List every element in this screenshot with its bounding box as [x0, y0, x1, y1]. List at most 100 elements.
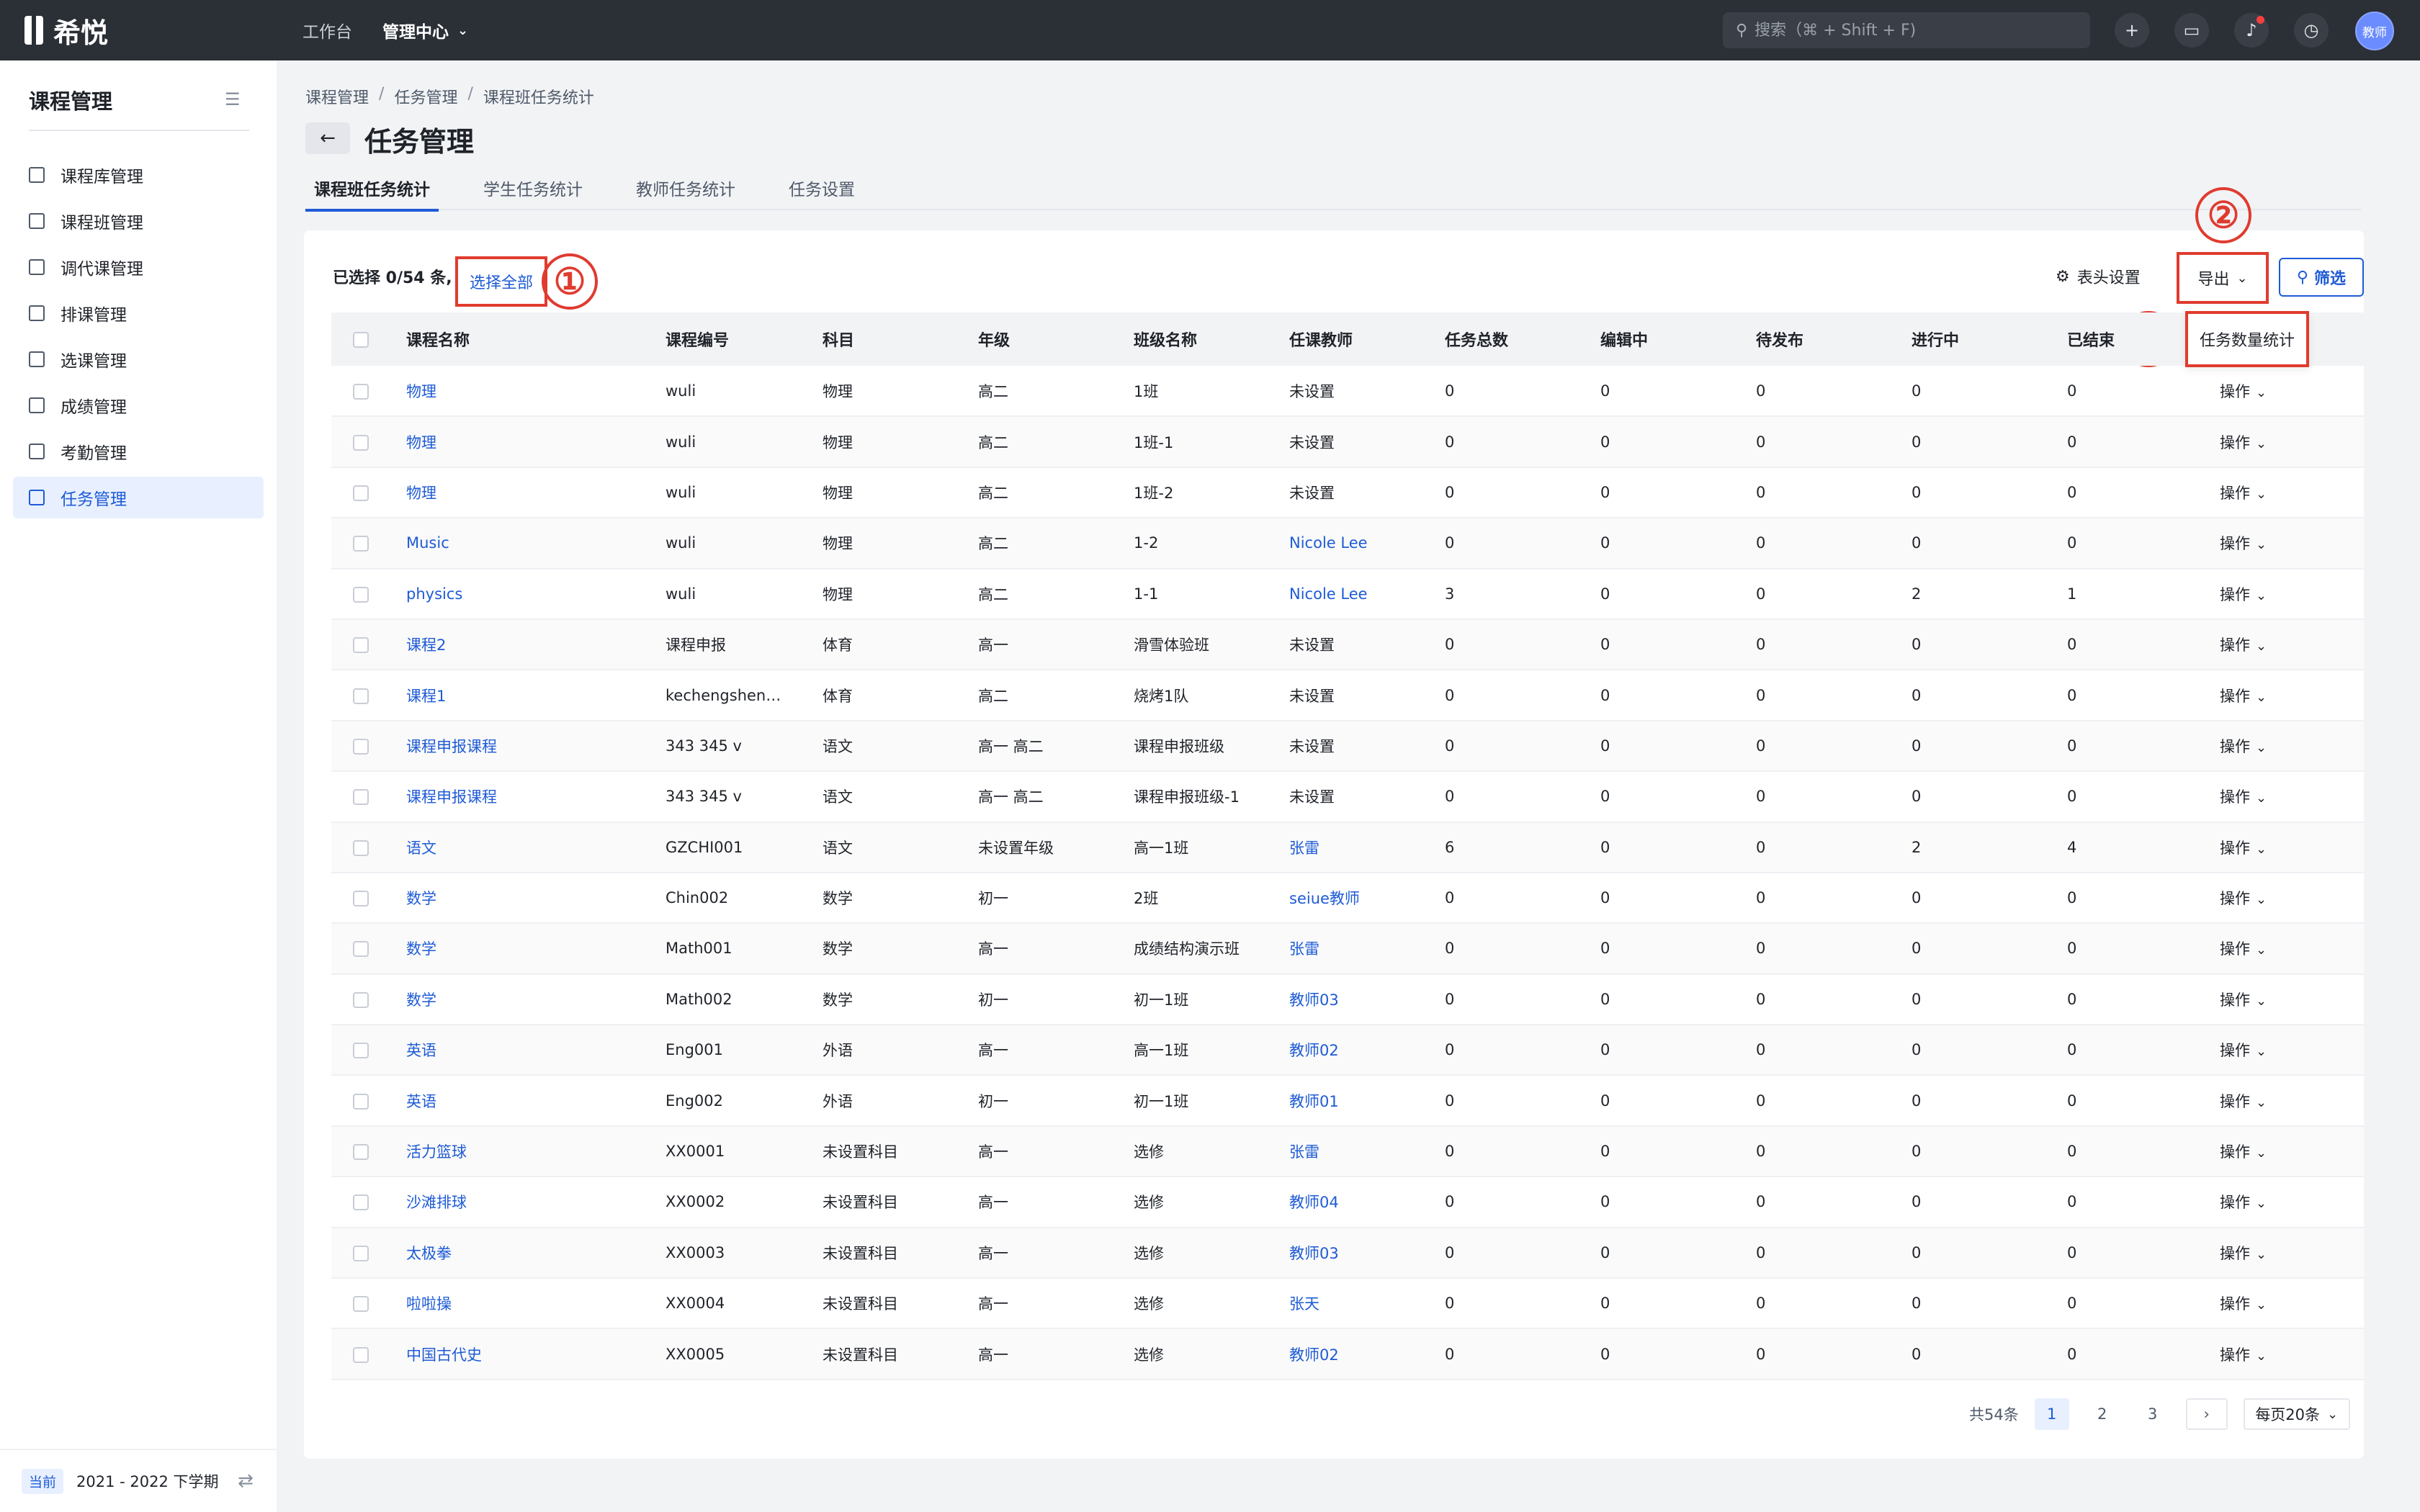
page-1[interactable]: 1 — [2034, 1398, 2069, 1430]
tab-student-stats[interactable]: 学生任务统计 — [475, 173, 591, 210]
row-checkbox[interactable] — [353, 485, 369, 501]
course-name-link[interactable]: 数学 — [406, 991, 436, 1009]
teacher-link[interactable]: 张雷 — [1289, 940, 1319, 958]
sidebar-item[interactable]: 任务管理 — [13, 477, 264, 518]
row-checkbox[interactable] — [353, 1093, 369, 1110]
teacher-link[interactable]: 教师04 — [1289, 1194, 1339, 1211]
course-name-link[interactable]: 活力篮球 — [406, 1143, 467, 1161]
row-action-menu[interactable]: 操作 ⌄ — [2220, 535, 2267, 552]
breadcrumb-item[interactable]: 课程管理 — [305, 85, 369, 108]
course-name-link[interactable]: 课程2 — [406, 636, 446, 654]
row-action-menu[interactable]: 操作 ⌄ — [2220, 586, 2267, 603]
course-name-link[interactable]: 数学 — [406, 890, 436, 907]
teacher-link[interactable]: 张雷 — [1289, 1143, 1319, 1161]
export-button[interactable]: 导出 ⌄ — [2177, 252, 2269, 304]
course-name-link[interactable]: 课程1 — [406, 688, 446, 705]
course-name-link[interactable]: 英语 — [406, 1093, 436, 1110]
row-checkbox[interactable] — [353, 637, 369, 654]
filter-button[interactable]: ⚲ 筛选 — [2279, 258, 2364, 297]
sidebar-item[interactable]: 课程库管理 — [13, 154, 264, 196]
sidebar-item[interactable]: 调代课管理 — [13, 246, 264, 288]
row-checkbox[interactable] — [353, 434, 369, 451]
avatar[interactable]: 教师 — [2355, 12, 2394, 50]
nav-workbench[interactable]: 工作台 — [302, 18, 352, 42]
row-checkbox[interactable] — [353, 991, 369, 1008]
sidebar-item[interactable]: 考勤管理 — [13, 431, 264, 472]
row-action-menu[interactable]: 操作 ⌄ — [2220, 434, 2267, 451]
course-name-link[interactable]: 啦啦操 — [406, 1295, 452, 1313]
plus-icon[interactable]: + — [2115, 13, 2149, 48]
course-name-link[interactable]: 中国古代史 — [406, 1346, 482, 1364]
export-task-count-option[interactable]: 任务数量统计 — [2185, 311, 2309, 367]
switch-term-icon[interactable]: ⇄ — [238, 1470, 254, 1492]
row-action-menu[interactable]: 操作 ⌄ — [2220, 1295, 2267, 1313]
bell-icon[interactable]: ♪ — [2234, 13, 2269, 48]
teacher-link[interactable]: Nicole Lee — [1289, 585, 1368, 603]
course-name-link[interactable]: 物理 — [406, 383, 436, 400]
row-action-menu[interactable]: 操作 ⌄ — [2220, 1042, 2267, 1059]
teacher-link[interactable]: 张天 — [1289, 1295, 1319, 1313]
row-action-menu[interactable]: 操作 ⌄ — [2220, 485, 2267, 502]
teacher-link[interactable]: 教师01 — [1289, 1093, 1339, 1110]
row-checkbox[interactable] — [353, 840, 369, 856]
next-page-button[interactable]: › — [2185, 1398, 2228, 1430]
tab-task-settings[interactable]: 任务设置 — [780, 173, 864, 210]
course-name-link[interactable]: Music — [406, 534, 449, 552]
search-input[interactable] — [1754, 21, 2072, 40]
header-checkbox[interactable] — [353, 331, 369, 348]
global-search[interactable]: ⚲ — [1723, 12, 2090, 48]
teacher-link[interactable]: 教师03 — [1289, 1245, 1339, 1262]
row-action-menu[interactable]: 操作 ⌄ — [2220, 890, 2267, 907]
teacher-link[interactable]: Nicole Lee — [1289, 534, 1368, 552]
tab-teacher-stats[interactable]: 教师任务统计 — [627, 173, 744, 210]
row-action-menu[interactable]: 操作 ⌄ — [2220, 1346, 2267, 1364]
row-action-menu[interactable]: 操作 ⌄ — [2220, 738, 2267, 755]
row-checkbox[interactable] — [353, 1043, 369, 1059]
row-checkbox[interactable] — [353, 586, 369, 603]
course-name-link[interactable]: physics — [406, 585, 462, 603]
row-checkbox[interactable] — [353, 1194, 369, 1211]
course-name-link[interactable]: 课程申报课程 — [406, 738, 497, 755]
tab-course-class-stats[interactable]: 课程班任务统计 — [305, 173, 439, 212]
row-action-menu[interactable]: 操作 ⌄ — [2220, 991, 2267, 1009]
row-action-menu[interactable]: 操作 ⌄ — [2220, 1143, 2267, 1161]
course-name-link[interactable]: 语文 — [406, 840, 436, 857]
row-action-menu[interactable]: 操作 ⌄ — [2220, 636, 2267, 654]
row-checkbox[interactable] — [353, 1296, 369, 1313]
teacher-link[interactable]: seiue教师 — [1289, 890, 1360, 907]
course-name-link[interactable]: 物理 — [406, 485, 436, 502]
row-action-menu[interactable]: 操作 ⌄ — [2220, 1093, 2267, 1110]
row-checkbox[interactable] — [353, 536, 369, 552]
course-name-link[interactable]: 数学 — [406, 940, 436, 958]
course-name-link[interactable]: 英语 — [406, 1042, 436, 1059]
sidebar-item[interactable]: 选课管理 — [13, 338, 264, 380]
row-checkbox[interactable] — [353, 941, 369, 958]
page-2[interactable]: 2 — [2085, 1398, 2120, 1430]
back-button[interactable]: ← — [305, 122, 350, 154]
row-checkbox[interactable] — [353, 688, 369, 704]
page-3[interactable]: 3 — [2136, 1398, 2170, 1430]
sidebar-item[interactable]: 课程班管理 — [13, 200, 264, 242]
row-checkbox[interactable] — [353, 891, 369, 907]
sidebar-item[interactable]: 成绩管理 — [13, 384, 264, 426]
select-all-button[interactable]: 选择全部 — [455, 256, 547, 307]
course-name-link[interactable]: 课程申报课程 — [406, 788, 497, 806]
course-name-link[interactable]: 太极拳 — [406, 1245, 452, 1262]
row-checkbox[interactable] — [353, 1144, 369, 1161]
teacher-link[interactable]: 教师02 — [1289, 1346, 1339, 1364]
row-action-menu[interactable]: 操作 ⌄ — [2220, 688, 2267, 705]
row-action-menu[interactable]: 操作 ⌄ — [2220, 940, 2267, 958]
app-logo[interactable]: 希悦 — [24, 13, 108, 49]
teacher-link[interactable]: 张雷 — [1289, 840, 1319, 857]
row-checkbox[interactable] — [353, 738, 369, 755]
row-action-menu[interactable]: 操作 ⌄ — [2220, 383, 2267, 400]
course-name-link[interactable]: 沙滩排球 — [406, 1194, 467, 1211]
screen-icon[interactable]: ▭ — [2174, 13, 2209, 48]
row-checkbox[interactable] — [353, 1245, 369, 1261]
row-action-menu[interactable]: 操作 ⌄ — [2220, 788, 2267, 806]
collapse-sidebar-icon[interactable]: ☰ — [225, 89, 241, 109]
teacher-link[interactable]: 教师03 — [1289, 991, 1339, 1009]
row-checkbox[interactable] — [353, 383, 369, 400]
row-checkbox[interactable] — [353, 789, 369, 806]
breadcrumb-item[interactable]: 任务管理 — [394, 85, 457, 108]
